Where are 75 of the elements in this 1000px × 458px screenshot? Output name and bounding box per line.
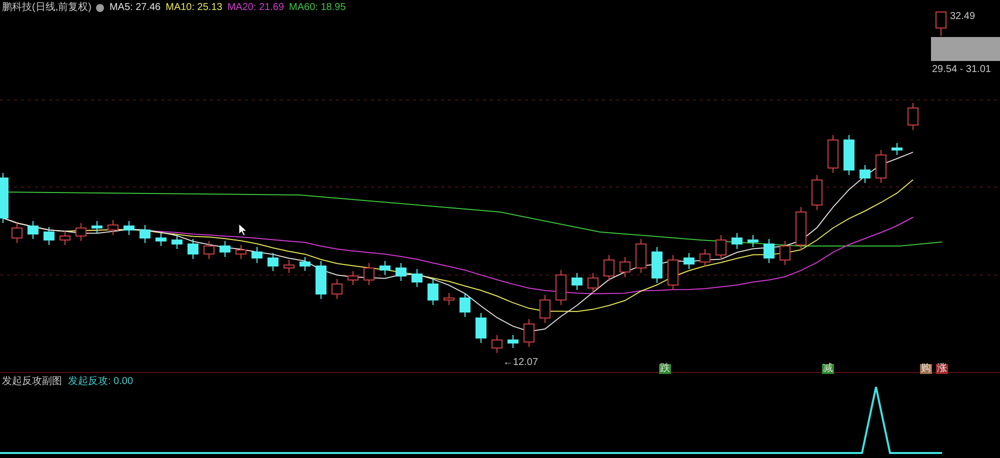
candlestick <box>44 226 54 246</box>
pointer-icon <box>239 224 247 236</box>
price-range-box <box>931 37 1000 61</box>
candlestick <box>268 252 278 272</box>
candlestick <box>156 232 166 246</box>
indicator-title: 发起反攻副图 <box>2 374 62 389</box>
candlestick <box>812 174 822 210</box>
candlestick <box>460 292 470 318</box>
moving-average-value: MA60: 18.95 <box>289 1 346 15</box>
candlestick <box>620 256 630 278</box>
candlestick <box>524 318 534 348</box>
candlestick <box>700 248 710 268</box>
candlestick <box>860 164 870 184</box>
candlestick <box>380 260 390 276</box>
candlestick <box>236 244 246 260</box>
stock-title: 鹏科技(日线,前复权) <box>2 0 92 15</box>
candlestick <box>556 270 566 306</box>
candlestick <box>0 172 8 224</box>
candlestick <box>540 294 550 324</box>
candlestick <box>284 260 294 274</box>
candlestick <box>492 334 502 354</box>
moving-average-value: MA20: 21.69 <box>227 1 284 15</box>
candlestick <box>348 270 358 286</box>
candlestick <box>876 150 886 184</box>
moving-average-value: MA5: 27.46 <box>109 1 161 15</box>
candlestick <box>828 134 838 174</box>
candlestick <box>60 230 70 246</box>
candlestick <box>412 268 422 288</box>
candlestick <box>124 220 134 236</box>
candlestick <box>188 238 198 260</box>
candlestick <box>604 254 614 282</box>
candlestick <box>92 220 102 234</box>
signal-tag: 跌 <box>659 364 671 374</box>
candlestick <box>748 234 758 248</box>
low-price-label: ←12.07 <box>503 356 538 370</box>
candlestick <box>936 12 946 36</box>
candlestick <box>300 256 310 272</box>
candlestick <box>780 240 790 266</box>
candlestick <box>364 262 374 286</box>
candlestick <box>332 278 342 300</box>
signal-tag: 购 <box>920 364 932 374</box>
candlestick <box>588 272 598 294</box>
signal-tag: 涨 <box>936 364 948 374</box>
candlestick <box>428 278 438 306</box>
indicator-value: 发起反攻: 0.00 <box>68 374 134 389</box>
candlestick <box>12 222 22 244</box>
candlestick <box>668 254 678 290</box>
price-range-label: 29.54 - 31.01 <box>932 63 991 77</box>
high-price-label: 32.49 <box>950 10 976 24</box>
candlestick <box>908 102 918 130</box>
candlestick <box>28 220 38 240</box>
candlestick <box>140 224 150 244</box>
candlestick <box>76 222 86 242</box>
candlestick <box>220 240 230 258</box>
candlestick <box>572 272 582 290</box>
candlestick <box>716 234 726 260</box>
candlestick <box>844 134 854 176</box>
candlestick <box>652 246 662 284</box>
candlestick <box>476 312 486 344</box>
signal-tag: 减 <box>822 364 834 374</box>
candlestick <box>396 262 406 282</box>
candlestick <box>684 252 694 270</box>
candlestick <box>444 292 454 306</box>
candlestick <box>892 142 902 156</box>
moving-average-value: MA10: 25.13 <box>166 1 222 15</box>
candlestick <box>732 232 742 250</box>
candlestick <box>764 238 774 264</box>
candlestick <box>172 234 182 250</box>
candlestick <box>636 238 646 274</box>
candlestick <box>796 206 806 250</box>
candlestick <box>508 334 518 348</box>
candlestick <box>252 246 262 264</box>
candlestick <box>108 220 118 236</box>
candlestick <box>204 240 214 260</box>
candlestick <box>316 260 326 300</box>
